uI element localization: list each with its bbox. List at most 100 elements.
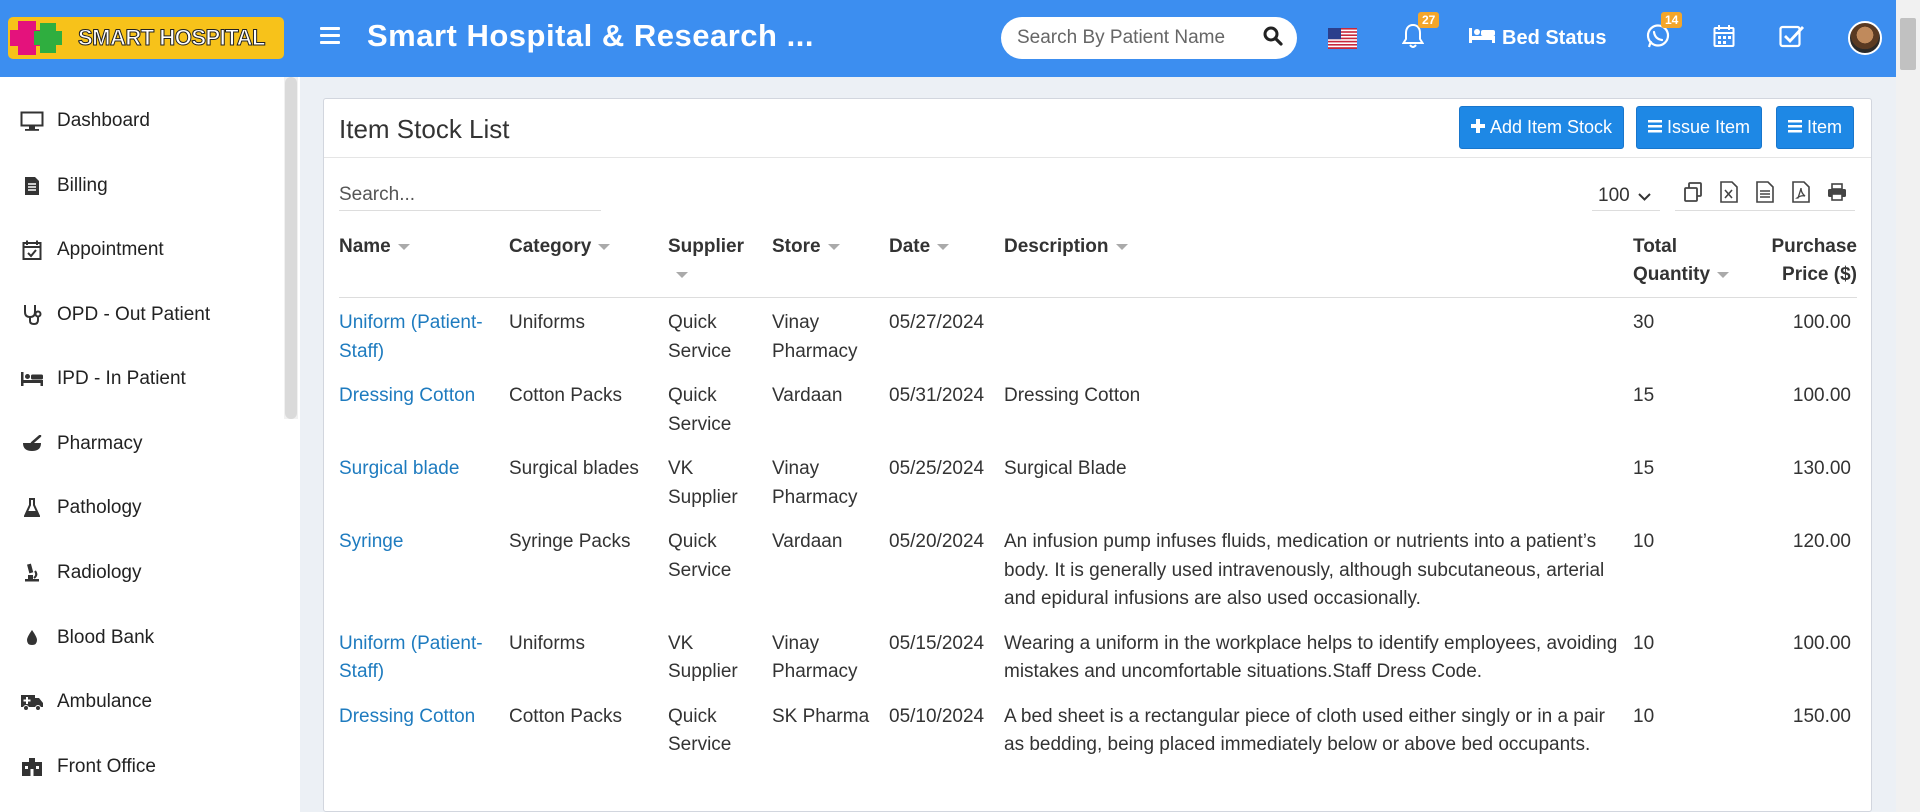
patient-search-input[interactable] — [1017, 27, 1235, 49]
notifications-badge: 27 — [1418, 12, 1440, 28]
bed-icon — [20, 367, 44, 391]
sidebar-item-label: Blood Bank — [57, 627, 155, 648]
sidebar-toggle-button[interactable] — [320, 27, 340, 47]
invoice-icon — [20, 174, 44, 198]
column-label: Supplier — [668, 236, 745, 257]
item-name-link[interactable]: Uniform (Patient-Staff) — [339, 312, 483, 362]
flask-icon — [20, 496, 44, 520]
column-header-description[interactable]: Description — [1004, 225, 1633, 298]
category-cell: Uniforms — [509, 312, 586, 333]
sidebar-item-opd[interactable]: OPD - Out Patient — [20, 300, 210, 330]
logo-cross-icon — [8, 17, 68, 59]
app-title: Smart Hospital & Research ... — [367, 18, 814, 53]
add-item-stock-label: Add Item Stock — [1490, 117, 1613, 137]
sort-icon — [937, 243, 950, 250]
price-cell: 100.00 — [1792, 385, 1851, 406]
sidebar-item-front-office[interactable]: Front Office — [20, 752, 156, 782]
page-title: Item Stock List — [339, 114, 510, 144]
item-name-link[interactable]: Surgical blade — [339, 458, 459, 479]
column-label: Store — [772, 236, 821, 257]
column-label: Name — [339, 236, 391, 257]
issue-item-button[interactable]: Issue Item — [1636, 106, 1763, 149]
store-cell: Vinay Pharmacy — [772, 458, 858, 508]
category-cell: Cotton Packs — [509, 385, 622, 406]
description-cell: Dressing Cotton — [1004, 385, 1141, 406]
csv-file-icon — [1756, 180, 1774, 208]
whatsapp-button[interactable]: 14 — [1645, 12, 1683, 58]
page-length-value: 100 — [1598, 184, 1630, 206]
issue-item-label: Issue Item — [1667, 117, 1751, 137]
sidebar-item-appointment[interactable]: Appointment — [20, 235, 164, 265]
description-cell: An infusion pump infuses fluids, medicat… — [1004, 531, 1605, 609]
notifications-button[interactable]: 27 — [1401, 12, 1440, 58]
column-header-supplier[interactable]: Supplier — [668, 225, 772, 298]
bed-icon — [1468, 26, 1496, 50]
sort-icon — [1115, 243, 1128, 250]
price-cell: 130.00 — [1792, 458, 1851, 479]
copy-icon — [1683, 181, 1703, 207]
sidebar-scrollbar[interactable] — [284, 77, 298, 419]
column-header-store[interactable]: Store — [772, 225, 889, 298]
csv-button[interactable] — [1747, 179, 1783, 209]
table-header-row: Name Category Supplier Store Date Descri… — [339, 225, 1857, 298]
sidebar-item-pathology[interactable]: Pathology — [20, 493, 142, 523]
price-cell: 150.00 — [1792, 705, 1851, 727]
table-row: Dressing Cotton Cotton Packs Quick Servi… — [339, 371, 1857, 444]
column-header-category[interactable]: Category — [509, 225, 668, 298]
sidebar-item-billing[interactable]: Billing — [20, 171, 108, 201]
column-header-purchase-price[interactable]: Purchase Price ($) — [1753, 225, 1857, 298]
list-icon — [1648, 117, 1662, 138]
sidebar-item-ambulance[interactable]: Ambulance — [20, 687, 152, 717]
description-cell: Wearing a uniform in the workplace helps… — [1004, 632, 1618, 683]
page-scrollbar[interactable] — [1896, 0, 1920, 812]
column-header-total-quantity[interactable]: Total Quantity — [1633, 225, 1753, 298]
language-flag-icon[interactable] — [1328, 28, 1357, 49]
description-cell: A bed sheet is a rectangular piece of cl… — [1004, 705, 1605, 756]
supplier-cell: Quick Service — [668, 531, 732, 581]
mortar-pestle-icon — [20, 432, 44, 456]
sidebar-item-dashboard[interactable]: Dashboard — [20, 106, 150, 136]
column-label: Total Quantity — [1633, 236, 1711, 285]
pdf-button[interactable] — [1783, 179, 1819, 209]
description-cell: Surgical Blade — [1004, 458, 1127, 479]
user-avatar[interactable] — [1848, 21, 1882, 55]
sidebar-item-blood-bank[interactable]: Blood Bank — [20, 623, 154, 653]
microscope-icon — [20, 561, 44, 585]
search-icon[interactable] — [1263, 26, 1283, 51]
supplier-cell: Quick Service — [668, 705, 732, 756]
item-name-link[interactable]: Dressing Cotton — [339, 706, 475, 727]
calendar-button[interactable] — [1713, 18, 1735, 58]
column-label: Description — [1004, 236, 1109, 257]
table-search-input[interactable] — [339, 179, 601, 211]
copy-button[interactable] — [1675, 179, 1711, 209]
export-buttons — [1675, 179, 1855, 211]
supplier-cell: Quick Service — [668, 312, 732, 362]
column-header-date[interactable]: Date — [889, 225, 1004, 298]
plus-icon — [1471, 117, 1485, 138]
item-name-link[interactable]: Dressing Cotton — [339, 385, 475, 406]
sidebar-item-ipd[interactable]: IPD - In Patient — [20, 364, 186, 394]
category-cell: Cotton Packs — [509, 705, 622, 727]
sidebar-item-radiology[interactable]: Radiology — [20, 558, 142, 588]
hospital-logo[interactable]: SMART HOSPITAL — [8, 17, 284, 59]
item-name-link[interactable]: Syringe — [339, 531, 403, 552]
excel-button[interactable] — [1711, 179, 1747, 209]
item-button[interactable]: Item — [1776, 106, 1855, 149]
add-item-stock-button[interactable]: Add Item Stock — [1459, 106, 1625, 149]
date-cell: 05/27/2024 — [889, 312, 985, 333]
column-label: Date — [889, 236, 931, 257]
tasks-button[interactable] — [1779, 18, 1805, 58]
bed-status-button[interactable]: Bed Status — [1468, 18, 1606, 58]
page-length-select[interactable]: 100 — [1592, 181, 1660, 211]
column-header-name[interactable]: Name — [339, 225, 509, 298]
sidebar-item-label: IPD - In Patient — [57, 368, 186, 389]
building-icon — [20, 755, 44, 779]
quantity-cell: 10 — [1633, 705, 1655, 727]
price-cell: 100.00 — [1792, 312, 1851, 333]
sidebar-item-pharmacy[interactable]: Pharmacy — [20, 429, 143, 459]
item-name-link[interactable]: Uniform (Patient-Staff) — [339, 633, 483, 683]
print-icon — [1827, 182, 1847, 206]
print-button[interactable] — [1819, 179, 1855, 209]
date-cell: 05/15/2024 — [889, 632, 985, 654]
table-row: Uniform (Patient-Staff) Uniforms VK Supp… — [339, 619, 1857, 692]
